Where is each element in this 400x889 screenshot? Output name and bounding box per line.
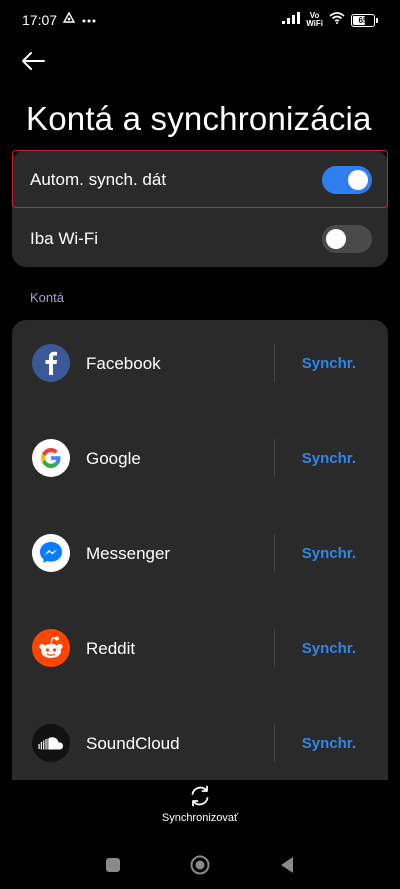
- account-row-soundcloud[interactable]: SoundCloud Synchr.: [12, 700, 388, 795]
- accounts-card: Facebook Synchr. Google Synchr. Messenge…: [12, 320, 388, 780]
- sync-google-button[interactable]: Synchr.: [302, 450, 356, 467]
- account-name: Google: [86, 449, 141, 468]
- sync-messenger-button[interactable]: Synchr.: [302, 545, 356, 562]
- wifi-only-label: Iba Wi-Fi: [30, 229, 98, 248]
- google-icon: [32, 439, 70, 477]
- battery-level: 65: [358, 15, 368, 25]
- account-row-google[interactable]: Google Synchr.: [12, 415, 388, 510]
- sync-facebook-button[interactable]: Synchr.: [302, 355, 356, 372]
- reddit-icon: [32, 629, 70, 667]
- battery-body: 65: [351, 13, 375, 27]
- divider: [274, 344, 275, 382]
- signal-icon: [282, 11, 301, 29]
- more-dots-icon: [82, 11, 96, 29]
- toggle-knob: [326, 229, 346, 249]
- account-row-reddit[interactable]: Reddit Synchr.: [12, 605, 388, 700]
- sync-now-label: Synchronizovať: [161, 812, 239, 824]
- sync-reddit-button[interactable]: Synchr.: [302, 640, 356, 657]
- arrow-left-icon: [20, 51, 46, 76]
- status-right-icons: Vo WiFi 65: [282, 11, 378, 29]
- status-left-icons: [62, 11, 96, 30]
- wifi-only-toggle[interactable]: [322, 225, 372, 253]
- back-button[interactable]: [20, 46, 60, 80]
- sync-now-button[interactable]: Synchronizovať: [0, 782, 400, 830]
- wifi-only-row[interactable]: Iba Wi-Fi: [12, 209, 388, 267]
- auto-sync-row[interactable]: Autom. synch. dát: [12, 150, 388, 208]
- back-icon[interactable]: [280, 856, 294, 874]
- divider: [274, 534, 275, 572]
- divider: [274, 724, 275, 762]
- account-name: SoundCloud: [86, 734, 180, 753]
- sync-icon: [188, 784, 212, 808]
- accounts-section-label: Kontá: [30, 290, 64, 305]
- sync-settings-card: Autom. synch. dát Iba Wi-Fi: [12, 150, 388, 267]
- battery-tip: [376, 17, 378, 23]
- volte-icon: Vo WiFi: [306, 12, 323, 28]
- account-name: Reddit: [86, 639, 136, 658]
- home-icon[interactable]: [190, 855, 210, 875]
- alarm-icon: [62, 11, 76, 30]
- account-row-messenger[interactable]: Messenger Synchr.: [12, 510, 388, 605]
- auto-sync-toggle[interactable]: [322, 166, 372, 194]
- battery-icon: 65: [351, 13, 378, 27]
- messenger-icon: [32, 534, 70, 572]
- toggle-knob: [348, 170, 368, 190]
- divider: [274, 439, 275, 477]
- sync-soundcloud-button[interactable]: Synchr.: [302, 735, 356, 752]
- page-title: Kontá a synchronizácia: [26, 100, 372, 137]
- status-bar: 17:07 Vo WiFi 65: [0, 0, 400, 40]
- soundcloud-icon: [32, 724, 70, 762]
- status-time: 17:07: [22, 12, 58, 28]
- facebook-icon: [32, 344, 70, 382]
- volte-line2: WiFi: [306, 19, 323, 28]
- account-name: Messenger: [86, 544, 171, 563]
- account-name: Facebook: [86, 354, 161, 373]
- auto-sync-label: Autom. synch. dát: [30, 170, 167, 189]
- recents-icon[interactable]: [106, 858, 120, 872]
- wifi-icon: [329, 11, 345, 29]
- account-row-facebook[interactable]: Facebook Synchr.: [12, 320, 388, 415]
- divider: [274, 629, 275, 667]
- navigation-bar: [0, 840, 400, 889]
